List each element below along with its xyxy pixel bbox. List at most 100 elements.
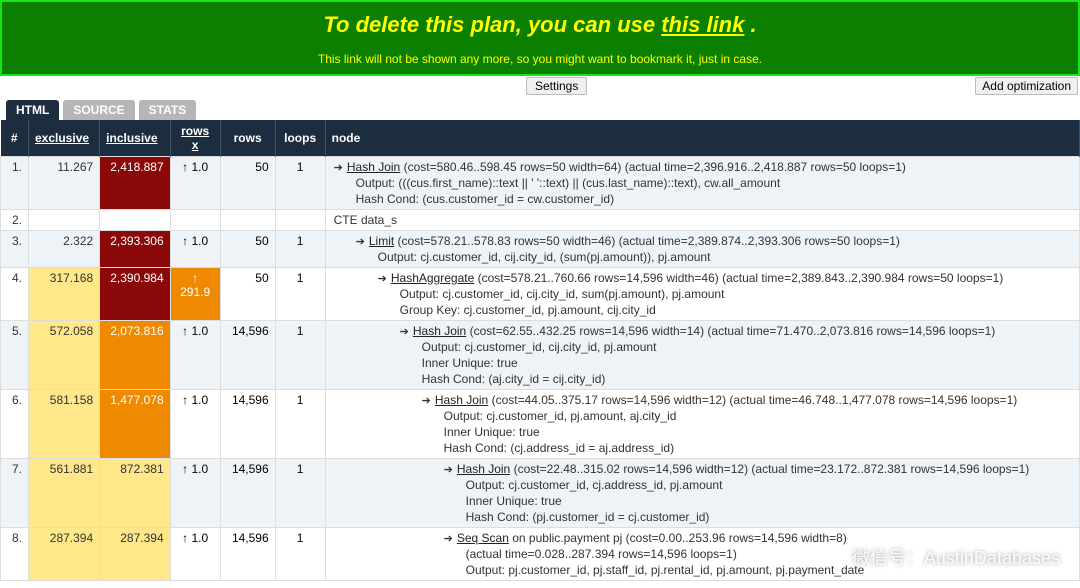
cell-inclusive: 2,393.306 (100, 231, 170, 268)
col-rowsx[interactable]: rows x (170, 120, 220, 157)
table-row: 8.287.394287.394↑ 1.014,5961➔Seq Scan on… (1, 528, 1080, 581)
col-exclusive[interactable]: exclusive (29, 120, 100, 157)
node-detail: Inner Unique: true (332, 494, 1073, 508)
node-name[interactable]: Limit (369, 234, 394, 248)
cell-rowsx: ↑ 1.0 (170, 390, 220, 459)
cell-idx: 3. (1, 231, 29, 268)
plan-table: # exclusive inclusive rows x rows loops … (0, 120, 1080, 581)
cell-rows: 14,596 (220, 390, 275, 459)
node-detail: Output: cj.customer_id, cij.city_id, (su… (332, 250, 1073, 264)
col-loops: loops (275, 120, 325, 157)
cell-exclusive: 581.158 (29, 390, 100, 459)
node-detail: Output: (((cus.first_name)::text || ' ':… (332, 176, 1073, 190)
node-name[interactable]: HashAggregate (391, 271, 474, 285)
table-row: 4.317.1682,390.984↑ 291.9501➔HashAggrega… (1, 268, 1080, 321)
cell-rows: 14,596 (220, 321, 275, 390)
tab-html[interactable]: HTML (6, 100, 59, 120)
expand-arrow-icon[interactable]: ➔ (334, 162, 343, 174)
cell-node: ➔Hash Join (cost=580.46..598.45 rows=50 … (325, 157, 1079, 210)
table-row: 6.581.1581,477.078↑ 1.014,5961 ➔ Hash Join… (1, 390, 1080, 459)
expand-arrow-icon[interactable]: ➔ (378, 273, 387, 285)
banner-title-pre: To delete this plan, you can use (323, 12, 661, 37)
cell-node: ➔ Limit (cost=578.21..578.83 rows=50 widt… (325, 231, 1079, 268)
cell-rows: 14,596 (220, 528, 275, 581)
cell-inclusive: 1,477.078 (100, 390, 170, 459)
expand-arrow-icon[interactable]: ➔ (444, 533, 453, 545)
node-stats: on public.payment pj (cost=0.00..253.96 … (509, 531, 847, 545)
table-row: 5.572.0582,073.816↑ 1.014,5961➔Hash Join… (1, 321, 1080, 390)
tab-stats[interactable]: STATS (139, 100, 197, 120)
cell-loops: 1 (275, 157, 325, 210)
cell-rows: 50 (220, 231, 275, 268)
cell-exclusive: 561.881 (29, 459, 100, 528)
banner-title: To delete this plan, you can use this li… (2, 12, 1078, 38)
cell-rows: 50 (220, 157, 275, 210)
cell-rowsx: ↑ 291.9 (170, 268, 220, 321)
expand-arrow-icon[interactable]: ➔ (400, 326, 409, 338)
cell-rowsx: ↑ 1.0 (170, 459, 220, 528)
banner-title-post: . (750, 12, 756, 37)
node-detail: Output: cj.customer_id, cij.city_id, pj.… (332, 340, 1073, 354)
cell-idx: 1. (1, 157, 29, 210)
cell-node: ➔Hash Join (cost=22.48..315.02 rows=14,5… (325, 459, 1079, 528)
cell-rowsx: ↑ 1.0 (170, 231, 220, 268)
toolbar: Settings Add optimization (0, 76, 1080, 98)
node-name[interactable]: Hash Join (347, 160, 400, 174)
node-stats: (cost=578.21..578.83 rows=50 width=46) (… (394, 234, 900, 248)
expand-arrow-icon[interactable]: ➔ (356, 236, 365, 248)
cell-idx: 6. (1, 390, 29, 459)
cell-loops (275, 210, 325, 231)
cell-node: ➔ Hash Join (cost=62.55..432.25 rows=14,5… (325, 321, 1079, 390)
expand-arrow-icon[interactable]: ➔ (422, 395, 431, 407)
cell-rowsx: ↑ 1.0 (170, 157, 220, 210)
cell-loops: 1 (275, 231, 325, 268)
table-row: 7.561.881872.381↑ 1.014,5961➔Hash Join (… (1, 459, 1080, 528)
cell-inclusive: 872.381 (100, 459, 170, 528)
cell-rowsx: ↑ 1.0 (170, 321, 220, 390)
cell-inclusive: 2,418.887 (100, 157, 170, 210)
node-detail: Output: cj.customer_id, pj.amount, aj.ci… (332, 409, 1073, 423)
cell-rowsx: ↑ 1.0 (170, 528, 220, 581)
table-header-row: # exclusive inclusive rows x rows loops … (1, 120, 1080, 157)
node-stats: (cost=62.55..432.25 rows=14,596 width=14… (466, 324, 995, 338)
col-inclusive[interactable]: inclusive (100, 120, 170, 157)
cell-exclusive: 11.267 (29, 157, 100, 210)
node-name[interactable]: Hash Join (413, 324, 466, 338)
cell-exclusive: 317.168 (29, 268, 100, 321)
cell-exclusive: 572.058 (29, 321, 100, 390)
node-detail: Hash Cond: (cj.address_id = aj.address_i… (332, 441, 1073, 455)
cell-loops: 1 (275, 321, 325, 390)
cell-inclusive: 287.394 (100, 528, 170, 581)
node-name[interactable]: Seq Scan (457, 531, 509, 545)
cell-exclusive (29, 210, 100, 231)
node-name[interactable]: Hash Join (435, 393, 488, 407)
node-detail: Group Key: cj.customer_id, pj.amount, ci… (332, 303, 1073, 317)
cell-idx: 2. (1, 210, 29, 231)
expand-arrow-icon[interactable]: ➔ (444, 464, 453, 476)
node-stats: (cost=578.21..760.66 rows=14,596 width=4… (474, 271, 1003, 285)
node-stats: CTE data_s (334, 213, 397, 227)
cell-idx: 5. (1, 321, 29, 390)
banner-note: This link will not be shown any more, so… (2, 52, 1078, 66)
tabs: HTML SOURCE STATS (0, 100, 1080, 120)
col-rows: rows (220, 120, 275, 157)
delete-banner: To delete this plan, you can use this li… (0, 0, 1080, 76)
tab-source[interactable]: SOURCE (63, 100, 134, 120)
cell-inclusive (100, 210, 170, 231)
node-detail: Output: cj.customer_id, cij.city_id, sum… (332, 287, 1073, 301)
table-row: 2. CTE data_s (1, 210, 1080, 231)
cell-rows: 14,596 (220, 459, 275, 528)
delete-link[interactable]: this link (661, 12, 744, 37)
add-optimization-button[interactable]: Add optimization (975, 77, 1078, 95)
node-detail: Output: cj.customer_id, cj.address_id, p… (332, 478, 1073, 492)
node-name[interactable]: Hash Join (457, 462, 510, 476)
cell-exclusive: 287.394 (29, 528, 100, 581)
node-detail: Output: pj.customer_id, pj.staff_id, pj.… (332, 563, 1073, 577)
node-detail: Hash Cond: (cus.customer_id = cw.custome… (332, 192, 1073, 206)
cell-loops: 1 (275, 390, 325, 459)
cell-node: ➔ Seq Scan on public.payment pj (cost=0.0… (325, 528, 1079, 581)
table-row: 3.2.3222,393.306↑ 1.0501➔Limit (cost=578… (1, 231, 1080, 268)
settings-button[interactable]: Settings (526, 77, 587, 95)
col-idx: # (1, 120, 29, 157)
cell-rows: 50 (220, 268, 275, 321)
